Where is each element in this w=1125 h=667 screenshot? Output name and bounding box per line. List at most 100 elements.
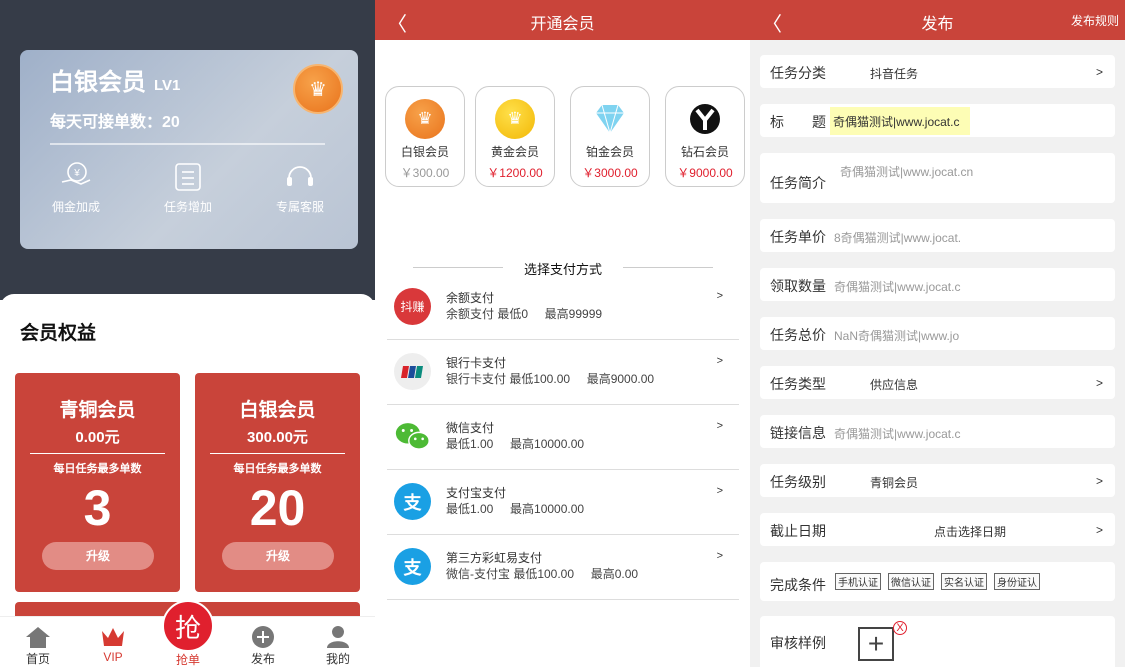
- tab-grab[interactable]: 抢单: [158, 651, 218, 667]
- level-price: ￥3000.00: [582, 166, 638, 180]
- field-unit-price[interactable]: 任务单价 8奇偶猫测试|www.jocat.: [760, 219, 1115, 252]
- condition-phone-checkbox[interactable]: 手机认证: [835, 573, 881, 590]
- intro-textarea[interactable]: 奇偶猫测试|www.jocat.cn: [840, 163, 973, 180]
- condition-wechat-checkbox[interactable]: 微信认证: [888, 573, 934, 590]
- payment-option-bankcard[interactable]: 银行卡支付 银行卡支付 最低100.00 最高9000.00 >: [387, 341, 739, 405]
- field-label: 领取数量: [770, 278, 826, 294]
- payment-option-wechat[interactable]: 微信支付 最低1.00 最高10000.00 >: [387, 406, 739, 470]
- payment-name: 第三方彩虹易支付: [446, 551, 543, 565]
- field-label: 审核样例: [770, 635, 826, 651]
- total-input[interactable]: NaN奇偶猫测试|www.jo: [834, 327, 959, 344]
- perk-task-increase[interactable]: 任务增加: [148, 160, 228, 215]
- condition-idcard-checkbox[interactable]: 身份证认: [994, 573, 1040, 590]
- category-select[interactable]: 抖音任务: [870, 65, 918, 82]
- level-name: 黄金会员: [490, 145, 539, 159]
- publish-header: 〈 发布 发布规则: [750, 0, 1125, 40]
- field-label: 任务分类: [770, 65, 826, 81]
- upgrade-button[interactable]: 升级: [42, 542, 154, 570]
- level-option-diamond[interactable]: 钻石会员 ￥9000.00: [665, 86, 745, 187]
- remove-image-icon[interactable]: X: [893, 621, 907, 635]
- page-title: 发布: [921, 16, 954, 33]
- page-title: 开通会员: [530, 16, 595, 33]
- douzhuan-icon: 抖赚: [394, 288, 431, 325]
- membership-screen: 〈 开通会员 ♛ 白银会员 ￥300.00 ♛ 黄金会员 ￥1200.00 铂金…: [375, 0, 750, 667]
- field-label: 任务级别: [770, 474, 826, 490]
- condition-realname-checkbox[interactable]: 实名认证: [941, 573, 987, 590]
- payment-option-alipay[interactable]: 支 支付宝支付 最低1.00 最高10000.00 >: [387, 471, 739, 535]
- field-level[interactable]: 任务级别 青铜会员 >: [760, 464, 1115, 497]
- tier-price: 0.00元: [75, 429, 120, 446]
- headset-icon: [287, 166, 313, 186]
- unit-price-input[interactable]: 8奇偶猫测试|www.jocat.: [834, 229, 961, 246]
- field-label: 任务简介: [770, 175, 826, 191]
- field-label: 标: [770, 114, 784, 130]
- payment-detail: 最低1.00 最高10000.00: [446, 437, 585, 451]
- tier-card-bronze: 青铜会员 0.00元 每日任务最多单数 3 升级: [15, 373, 180, 592]
- field-title[interactable]: 标 题 奇偶猫测试|www.jocat.c: [760, 104, 1115, 137]
- tier-count: 3: [83, 480, 112, 536]
- tab-mine[interactable]: 我的: [308, 625, 368, 667]
- crown-icon: ♛: [293, 64, 343, 114]
- field-intro[interactable]: 任务简介 奇偶猫测试|www.jocat.cn: [760, 153, 1115, 203]
- member-card: 白银会员 LV1 每天可接单数：20 ♛ ¥ 佣金加成 任务增加 专属客服: [20, 50, 358, 249]
- field-type[interactable]: 任务类型 供应信息 >: [760, 366, 1115, 399]
- payment-option-balance[interactable]: 抖赚 余额支付 余额支付 最低0 最高99999 >: [387, 276, 739, 340]
- quantity-input[interactable]: 奇偶猫测试|www.jocat.c: [834, 278, 960, 295]
- date-picker[interactable]: 点击选择日期: [934, 523, 1006, 540]
- chevron-right-icon: >: [1095, 523, 1103, 537]
- chevron-right-icon: >: [716, 550, 723, 562]
- level-option-gold[interactable]: ♛ 黄金会员 ￥1200.00: [475, 86, 555, 187]
- chevron-right-icon: >: [716, 355, 723, 367]
- payment-option-thirdparty[interactable]: 支 第三方彩虹易支付 微信-支付宝 最低100.00 最高0.00 >: [387, 536, 739, 600]
- crown-icon: [102, 628, 124, 646]
- crown-icon: ♛: [405, 99, 445, 139]
- diamond-icon: [590, 99, 630, 139]
- tab-home[interactable]: 首页: [8, 625, 68, 667]
- payment-name: 支付宝支付: [446, 486, 507, 500]
- level-option-silver[interactable]: ♛ 白银会员 ￥300.00: [385, 86, 465, 187]
- perk-customer-service[interactable]: 专属客服: [260, 160, 340, 215]
- field-label: 完成条件: [770, 577, 826, 593]
- field-category[interactable]: 任务分类 抖音任务 >: [760, 55, 1115, 88]
- payment-name: 余额支付: [446, 291, 495, 305]
- upload-image-button[interactable]: +: [858, 627, 894, 661]
- field-quantity[interactable]: 领取数量 奇偶猫测试|www.jocat.c: [760, 268, 1115, 301]
- tier-price: 300.00元: [247, 429, 308, 446]
- payment-name: 微信支付: [446, 421, 495, 435]
- level-option-platinum[interactable]: 铂金会员 ￥3000.00: [570, 86, 650, 187]
- grab-order-button[interactable]: 抢: [162, 600, 214, 652]
- level-name: 钻石会员: [680, 145, 729, 159]
- tab-publish[interactable]: 发布: [233, 625, 293, 667]
- perk-commission[interactable]: ¥ 佣金加成: [36, 160, 116, 215]
- field-label: 截止日期: [770, 523, 826, 539]
- tab-vip[interactable]: VIP: [83, 625, 143, 664]
- link-input[interactable]: 奇偶猫测试|www.jocat.c: [834, 425, 960, 442]
- publish-rules-link[interactable]: 发布规则: [1071, 12, 1119, 29]
- alipay-icon: 支: [394, 483, 431, 520]
- payment-name: 银行卡支付: [446, 356, 507, 370]
- field-label: 任务单价: [770, 229, 826, 245]
- chevron-right-icon: >: [1095, 474, 1103, 488]
- field-total[interactable]: 任务总价 NaN奇偶猫测试|www.jo: [760, 317, 1115, 350]
- wechat-icon: [394, 418, 431, 455]
- payment-detail: 微信-支付宝 最低100.00 最高0.00: [446, 567, 639, 581]
- chevron-right-icon: >: [1095, 65, 1103, 79]
- field-deadline[interactable]: 截止日期 点击选择日期 >: [760, 513, 1115, 546]
- card-divider: [50, 143, 325, 145]
- vip-screen: 白银会员 LV1 每天可接单数：20 ♛ ¥ 佣金加成 任务增加 专属客服 会员权…: [0, 0, 375, 667]
- unionpay-icon: [394, 353, 431, 390]
- user-icon: [327, 626, 349, 648]
- upgrade-button[interactable]: 升级: [222, 542, 334, 570]
- svg-text:¥: ¥: [73, 168, 80, 179]
- type-select[interactable]: 供应信息: [870, 376, 918, 393]
- field-label: 题: [812, 114, 826, 130]
- level-select[interactable]: 青铜会员: [870, 474, 918, 491]
- title-input[interactable]: 奇偶猫测试|www.jocat.c: [830, 107, 970, 135]
- tier-name: 青铜会员: [59, 400, 136, 421]
- alipay-icon: 支: [394, 548, 431, 585]
- tier-sub: 每日任务最多单数: [233, 463, 322, 475]
- field-link[interactable]: 链接信息 奇偶猫测试|www.jocat.c: [760, 415, 1115, 448]
- level-name: 铂金会员: [585, 145, 634, 159]
- crown-icon: ♛: [495, 99, 535, 139]
- tier-name: 白银会员: [239, 400, 316, 421]
